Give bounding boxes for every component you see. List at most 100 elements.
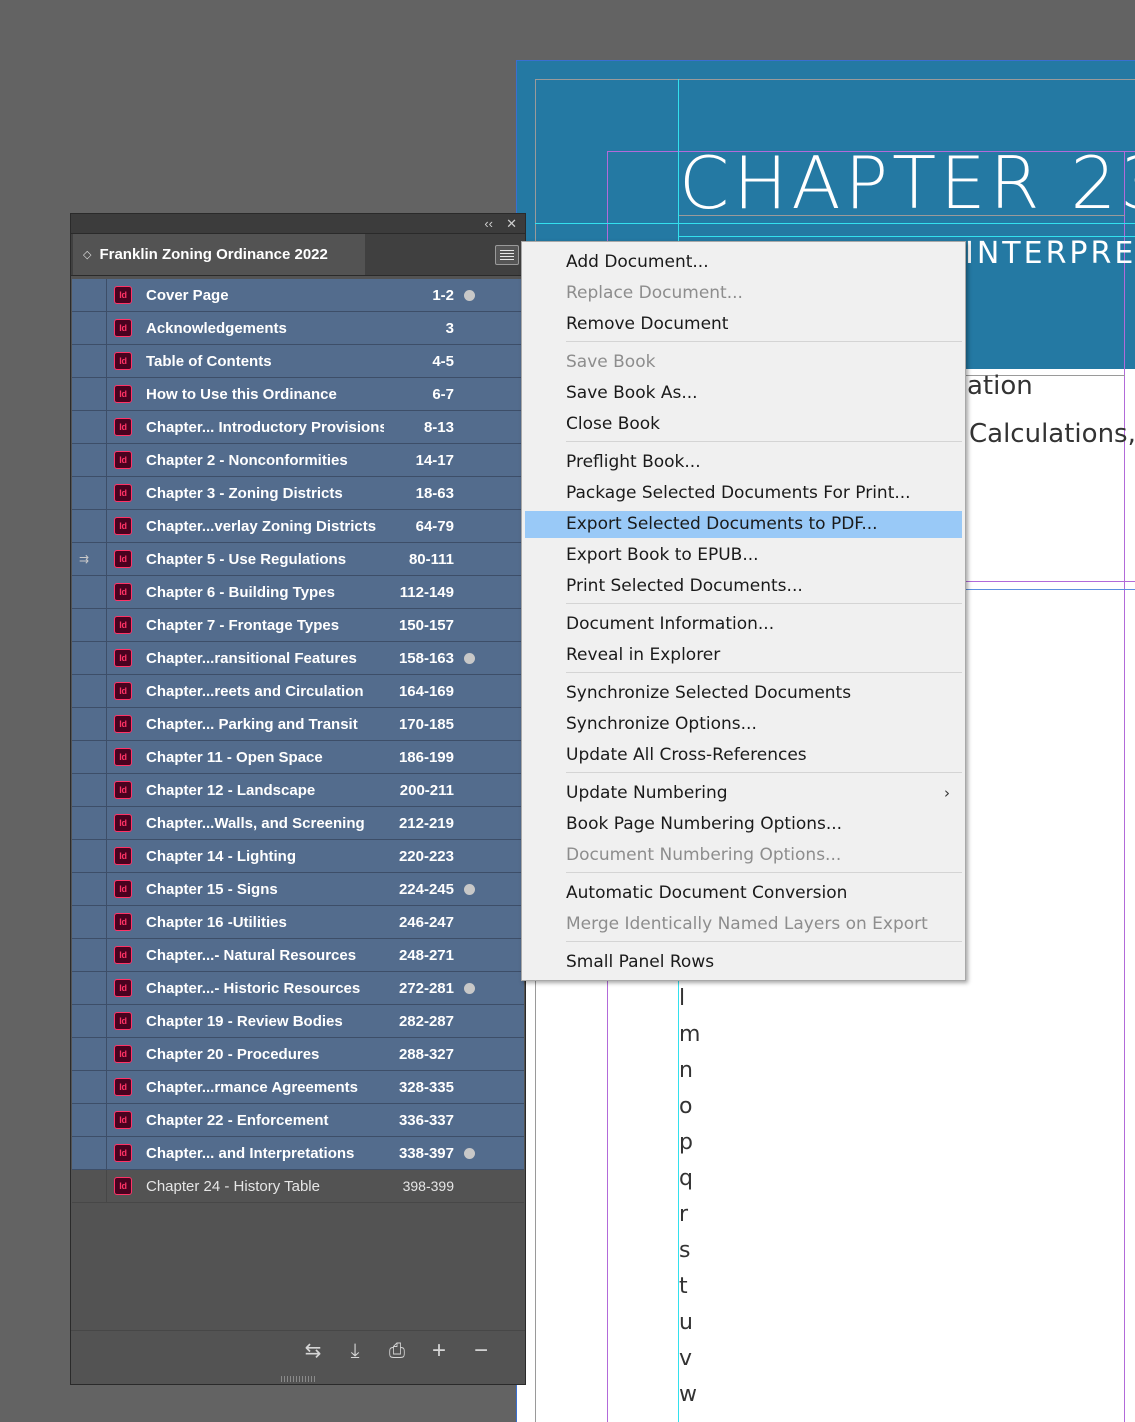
menu-item-reveal-in-explorer[interactable]: Reveal in Explorer xyxy=(525,642,962,669)
letter-line[interactable]: n xyxy=(679,1053,700,1089)
style-source-cell[interactable] xyxy=(72,411,107,443)
document-row[interactable]: Id Chapter 6 - Building Types 112-149 xyxy=(72,576,524,609)
document-row[interactable]: Id Chapter...- Natural Resources 248-271 xyxy=(72,939,524,972)
menu-item-add-document[interactable]: Add Document... xyxy=(525,249,962,276)
document-row[interactable]: Id Chapter 19 - Review Bodies 282-287 xyxy=(72,1005,524,1038)
letter-line[interactable]: l xyxy=(679,981,700,1017)
menu-item-remove-document[interactable]: Remove Document xyxy=(525,311,962,338)
menu-item-book-page-numbering-options[interactable]: Book Page Numbering Options... xyxy=(525,811,962,838)
body-text[interactable]: Calculations, xyxy=(969,421,1135,447)
menu-item-small-panel-rows[interactable]: Small Panel Rows xyxy=(525,949,962,976)
menu-item-preflight-book[interactable]: Preflight Book... xyxy=(525,449,962,476)
document-row[interactable]: Id Chapter 3 - Zoning Districts 18-63 xyxy=(72,477,524,510)
document-row[interactable]: Id Chapter 15 - Signs 224-245 xyxy=(72,873,524,906)
menu-item-automatic-document-conversion[interactable]: Automatic Document Conversion xyxy=(525,880,962,907)
style-source-cell[interactable] xyxy=(72,279,107,311)
document-row[interactable]: Id Acknowledgements 3 xyxy=(72,312,524,345)
document-row[interactable]: Id Chapter... and Interpretations 338-397 xyxy=(72,1137,524,1170)
panel-titlebar[interactable]: ‹‹ ✕ xyxy=(71,214,525,234)
style-source-cell[interactable] xyxy=(72,1104,107,1136)
style-source-cell[interactable] xyxy=(72,642,107,674)
document-row[interactable]: Id Chapter 7 - Frontage Types 150-157 xyxy=(72,609,524,642)
letter-line[interactable]: w xyxy=(679,1377,700,1413)
style-source-cell[interactable] xyxy=(72,807,107,839)
body-text[interactable]: ation xyxy=(967,373,1033,399)
document-row[interactable]: Id Chapter... Parking and Transit 170-185 xyxy=(72,708,524,741)
menu-item-update-all-cross-references[interactable]: Update All Cross-References xyxy=(525,742,962,769)
style-source-cell[interactable] xyxy=(72,1005,107,1037)
synchronize-icon[interactable]: ⇆ xyxy=(299,1337,327,1365)
style-source-cell[interactable] xyxy=(72,477,107,509)
resize-grip[interactable] xyxy=(281,1376,315,1382)
style-source-cell[interactable] xyxy=(72,345,107,377)
style-source-cell[interactable] xyxy=(72,840,107,872)
menu-item-document-numbering-options[interactable]: Document Numbering Options... xyxy=(525,842,962,869)
document-row[interactable]: Id Chapter...ransitional Features 158-163 xyxy=(72,642,524,675)
document-row[interactable]: Id Chapter...- Historic Resources 272-281 xyxy=(72,972,524,1005)
document-row[interactable]: Id Chapter...Walls, and Screening 212-219 xyxy=(72,807,524,840)
letter-list[interactable]: lmnopqrstuvwx xyxy=(679,981,700,1422)
menu-item-update-numbering[interactable]: Update Numbering › xyxy=(525,780,962,807)
document-row[interactable]: Id Cover Page 1-2 xyxy=(72,279,524,312)
chapter-title[interactable]: CHAPTER 23 xyxy=(679,147,1135,219)
document-row[interactable]: Id Chapter 22 - Enforcement 336-337 xyxy=(72,1104,524,1137)
letter-line[interactable]: q xyxy=(679,1161,700,1197)
close-panel-icon[interactable]: ✕ xyxy=(506,215,517,233)
style-source-cell[interactable] xyxy=(72,1170,107,1202)
menu-item-synchronize-selected-documents[interactable]: Synchronize Selected Documents xyxy=(525,680,962,707)
style-source-cell[interactable] xyxy=(72,675,107,707)
document-row[interactable]: Id Chapter 24 - History Table 398-399 xyxy=(72,1170,524,1203)
letter-line[interactable]: p xyxy=(679,1125,700,1161)
letter-line[interactable]: r xyxy=(679,1197,700,1233)
document-row[interactable]: Id Table of Contents 4-5 xyxy=(72,345,524,378)
style-source-cell[interactable] xyxy=(72,1137,107,1169)
style-source-cell[interactable] xyxy=(72,906,107,938)
document-row[interactable]: Id Chapter...rmance Agreements 328-335 xyxy=(72,1071,524,1104)
print-book-icon[interactable]: ⎙ xyxy=(383,1337,411,1365)
document-row[interactable]: Id Chapter 12 - Landscape 200-211 xyxy=(72,774,524,807)
tab-book[interactable]: ◇ Franklin Zoning Ordinance 2022 xyxy=(73,234,365,275)
style-source-cell[interactable] xyxy=(72,1071,107,1103)
menu-item-replace-document[interactable]: Replace Document... xyxy=(525,280,962,307)
add-document-icon[interactable]: + xyxy=(425,1337,453,1365)
letter-line[interactable]: s xyxy=(679,1233,700,1269)
menu-item-close-book[interactable]: Close Book xyxy=(525,411,962,438)
style-source-cell[interactable] xyxy=(72,378,107,410)
menu-item-save-book-as[interactable]: Save Book As... xyxy=(525,380,962,407)
document-row[interactable]: Id Chapter 14 - Lighting 220-223 xyxy=(72,840,524,873)
style-source-cell[interactable] xyxy=(72,939,107,971)
menu-item-print-selected-documents[interactable]: Print Selected Documents... xyxy=(525,573,962,600)
style-source-cell[interactable] xyxy=(72,873,107,905)
document-row[interactable]: Id Chapter...reets and Circulation 164-169 xyxy=(72,675,524,708)
style-source-cell[interactable] xyxy=(72,1038,107,1070)
menu-item-export-selected-documents-to-pdf[interactable]: Export Selected Documents to PDF... xyxy=(525,511,962,538)
letter-line[interactable]: u xyxy=(679,1305,700,1341)
menu-item-package-selected-documents-for-print[interactable]: Package Selected Documents For Print... xyxy=(525,480,962,507)
style-source-cell[interactable] xyxy=(72,444,107,476)
style-source-cell[interactable] xyxy=(72,576,107,608)
document-row[interactable]: Id Chapter 16 -Utilities 246-247 xyxy=(72,906,524,939)
save-book-icon[interactable]: ⤓ xyxy=(341,1337,369,1365)
menu-item-export-book-to-epub[interactable]: Export Book to EPUB... xyxy=(525,542,962,569)
style-source-cell[interactable] xyxy=(72,774,107,806)
chapter-subtitle[interactable]: INTERPRETA xyxy=(965,239,1135,269)
letter-line[interactable]: t xyxy=(679,1269,700,1305)
style-source-cell[interactable] xyxy=(72,972,107,1004)
document-row[interactable]: Id Chapter 11 - Open Space 186-199 xyxy=(72,741,524,774)
style-source-cell[interactable]: ⇉ xyxy=(72,543,107,575)
document-row[interactable]: Id Chapter 20 - Procedures 288-327 xyxy=(72,1038,524,1071)
collapse-panel-icon[interactable]: ‹‹ xyxy=(484,215,493,233)
menu-item-merge-identically-named-layers-on-export[interactable]: Merge Identically Named Layers on Export xyxy=(525,911,962,938)
document-row[interactable]: Id Chapter... Introductory Provisions 8-13 xyxy=(72,411,524,444)
document-row[interactable]: Id Chapter...verlay Zoning Districts 64-79 xyxy=(72,510,524,543)
style-source-cell[interactable] xyxy=(72,708,107,740)
remove-document-icon[interactable]: − xyxy=(467,1337,495,1365)
letter-line[interactable]: o xyxy=(679,1089,700,1125)
document-row[interactable]: Id Chapter 2 - Nonconformities 14-17 xyxy=(72,444,524,477)
style-source-cell[interactable] xyxy=(72,609,107,641)
menu-item-synchronize-options[interactable]: Synchronize Options... xyxy=(525,711,962,738)
panel-menu-button[interactable] xyxy=(495,245,519,265)
letter-line[interactable]: x xyxy=(679,1413,700,1422)
menu-item-document-information[interactable]: Document Information... xyxy=(525,611,962,638)
document-row[interactable]: Id How to Use this Ordinance 6-7 xyxy=(72,378,524,411)
